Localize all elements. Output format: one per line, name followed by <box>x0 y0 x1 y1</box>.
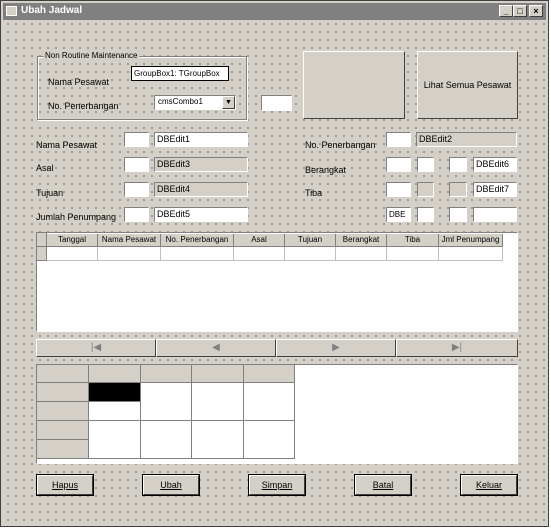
hapus-label: Hapus <box>51 480 78 490</box>
sg-fixed-row-2 <box>37 402 89 421</box>
ubah-button[interactable]: Ubah <box>143 475 199 495</box>
asal-label: Asal <box>36 163 54 173</box>
sg-cell[interactable] <box>192 383 244 421</box>
col-berangkat[interactable]: Berangkat <box>336 234 387 247</box>
berangkat-label: Berangkat <box>305 165 347 175</box>
tiba-label: Tiba <box>305 188 323 198</box>
batal-button[interactable]: Batal <box>355 475 411 495</box>
tujuan-code-field[interactable] <box>124 182 149 197</box>
extra-field-2[interactable] <box>417 207 434 222</box>
maximize-button[interactable]: □ <box>513 5 527 17</box>
extra-field-3[interactable] <box>449 207 467 222</box>
sg-cell[interactable] <box>89 421 141 459</box>
nav-first-button[interactable]: |◀ <box>36 339 156 357</box>
ubah-jadwal-window: Ubah Jadwal _ □ × Non Routine Maintenanc… <box>0 0 549 527</box>
db-navigator: |◀ ◀ ▶ ▶| <box>36 339 518 357</box>
dbe-field[interactable]: DBE <box>386 207 411 222</box>
col-tiba[interactable]: Tiba <box>387 234 439 247</box>
dbedit3-field[interactable]: DBEdit3 <box>154 157 248 172</box>
sg-fixed-col-1 <box>89 365 141 383</box>
nav-last-button[interactable]: ▶| <box>396 339 518 357</box>
sg-fixed-row-1 <box>37 383 89 402</box>
sg-fixed-col-4 <box>244 365 295 383</box>
small-edit-box[interactable] <box>261 95 292 111</box>
berangkat-field-3[interactable] <box>449 157 467 172</box>
combo-dropdown-icon[interactable]: ▼ <box>222 96 235 109</box>
blank-panel <box>303 51 405 119</box>
keluar-label: Keluar <box>475 480 502 490</box>
dbedit4-field[interactable]: DBEdit4 <box>154 182 248 197</box>
ubah-label: Ubah <box>160 480 182 490</box>
grid-data-row[interactable] <box>47 247 503 261</box>
jumlah-penumpang-label: Jumlah Penumpang <box>36 212 117 222</box>
tiba-field-3[interactable] <box>449 182 467 197</box>
dbedit6-field[interactable]: DBEdit6 <box>473 157 517 172</box>
minimize-button[interactable]: _ <box>499 5 513 17</box>
sg-cell[interactable] <box>192 421 244 459</box>
dbedit5-field[interactable]: DBEdit5 <box>154 207 248 222</box>
groupbox-placeholder: GroupBox1: TGroupBox <box>131 66 229 81</box>
col-tanggal[interactable]: Tanggal <box>47 234 98 247</box>
app-icon <box>6 6 17 16</box>
sg-fixed-corner <box>37 365 89 383</box>
group-nama-pesawat-label: Nama Pesawat <box>48 77 110 87</box>
hapus-button[interactable]: Hapus <box>37 475 93 495</box>
col-jml-penumpang[interactable]: Jml Penumpang <box>439 234 503 247</box>
berangkat-field-1[interactable] <box>386 157 411 172</box>
sg-cell[interactable] <box>141 383 192 421</box>
col-tujuan[interactable]: Tujuan <box>285 234 336 247</box>
tiba-field-2[interactable] <box>417 182 434 197</box>
berangkat-field-2[interactable] <box>417 157 434 172</box>
nav-next-button[interactable]: ▶ <box>276 339 396 357</box>
nama-pesawat-label: Nama Pesawat <box>36 140 98 150</box>
col-asal[interactable]: Asal <box>234 234 285 247</box>
tiba-field-1[interactable] <box>386 182 411 197</box>
jumlah-code-field[interactable] <box>124 207 149 222</box>
no-penerbangan-code-field[interactable] <box>386 132 411 147</box>
dbedit2-field[interactable]: DBEdit2 <box>416 132 517 147</box>
string-grid[interactable] <box>36 364 518 464</box>
simpan-label: Simpan <box>261 480 293 490</box>
asal-code-field[interactable] <box>124 157 149 172</box>
sg-cell[interactable] <box>141 421 192 459</box>
keluar-button[interactable]: Keluar <box>461 475 517 495</box>
no-penerbangan-combo[interactable]: cmsCombo1 ▼ <box>154 95 236 110</box>
close-button[interactable]: × <box>529 5 543 17</box>
sg-selected-cell[interactable] <box>89 383 141 402</box>
nama-pesawat-code-field[interactable] <box>124 132 149 147</box>
col-no-penerbangan[interactable]: No. Penerbangan <box>161 234 234 247</box>
sg-fixed-col-2 <box>141 365 192 383</box>
dbedit1-field[interactable]: DBEdit1 <box>154 132 248 147</box>
window-title: Ubah Jadwal <box>21 5 83 16</box>
sg-fixed-row-3 <box>37 421 89 440</box>
jadwal-grid[interactable]: Tanggal Nama Pesawat No. Penerbangan Asa… <box>36 232 518 332</box>
dbedit7-field[interactable]: DBEdit7 <box>473 182 517 197</box>
sg-cell[interactable] <box>89 402 141 421</box>
lihat-semua-pesawat-button[interactable]: Lihat Semua Pesawat <box>417 51 518 119</box>
group-no-penerbangan-label: No. Penerbangan <box>48 101 119 111</box>
group-caption: Non Routine Maintenance <box>44 51 139 60</box>
sg-cell[interactable] <box>244 421 295 459</box>
sg-cell[interactable] <box>244 383 295 421</box>
batal-label: Batal <box>372 480 394 490</box>
grid-corner <box>37 233 47 247</box>
combo-value: cmsCombo1 <box>158 97 203 106</box>
col-nama-pesawat[interactable]: Nama Pesawat <box>98 234 161 247</box>
no-penerbangan-label: No. Penerbangan <box>305 140 376 150</box>
extra-field-4[interactable] <box>473 207 517 222</box>
nav-prior-button[interactable]: ◀ <box>156 339 276 357</box>
simpan-button[interactable]: Simpan <box>249 475 305 495</box>
title-bar[interactable]: Ubah Jadwal _ □ × <box>3 3 546 20</box>
sg-fixed-col-3 <box>192 365 244 383</box>
tujuan-label: Tujuan <box>36 188 64 198</box>
grid-row-indicator[interactable] <box>37 247 47 261</box>
sg-fixed-row-4 <box>37 440 89 459</box>
